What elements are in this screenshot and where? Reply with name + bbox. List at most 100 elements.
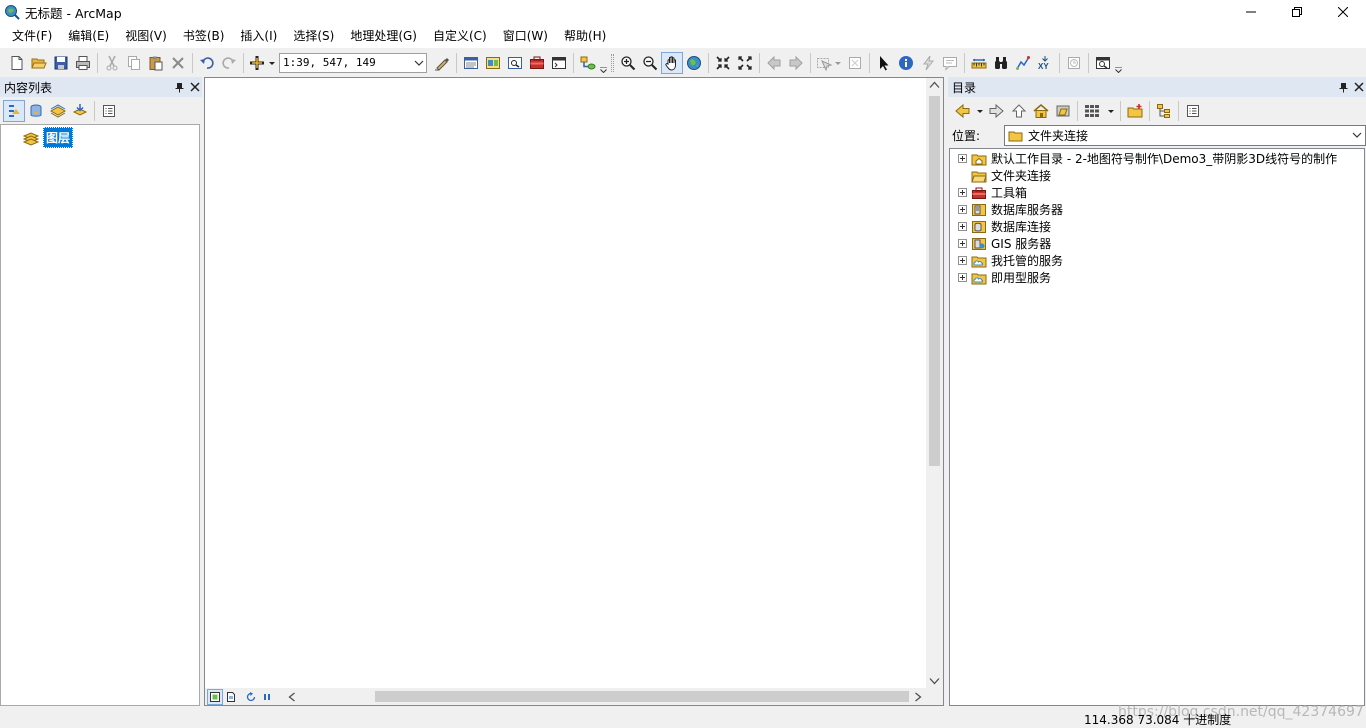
hyperlink-lightning-icon[interactable] [917, 52, 939, 74]
catalog-window-icon[interactable] [482, 52, 504, 74]
paste-icon[interactable] [145, 52, 167, 74]
tree-item-toolboxes[interactable]: 工具箱 [958, 184, 1027, 201]
fixed-zoom-out-icon[interactable] [734, 52, 756, 74]
list-by-visibility-icon[interactable] [47, 100, 69, 122]
location-combobox[interactable]: 文件夹连接 [1004, 125, 1366, 146]
print-icon[interactable] [72, 52, 94, 74]
add-data-icon[interactable] [247, 52, 277, 74]
restore-button[interactable] [1274, 0, 1320, 24]
tree-item-default-workspace[interactable]: 默认工作目录 - 2-地图符号制作\Demo3_带阴影3D线符号的制作 [958, 150, 1337, 167]
python-window-icon[interactable] [548, 52, 570, 74]
tree-item-database-servers[interactable]: 数据库服务器 [958, 201, 1063, 218]
editor-toolbar-icon[interactable] [431, 52, 453, 74]
forward-arrow-icon[interactable] [986, 100, 1008, 122]
close-button[interactable] [1320, 0, 1366, 24]
find-binoculars-icon[interactable] [990, 52, 1012, 74]
open-folder-icon[interactable] [28, 52, 50, 74]
scroll-down-arrow-icon[interactable] [929, 677, 940, 685]
refresh-icon[interactable] [243, 689, 259, 705]
go-forward-extent-icon[interactable] [785, 52, 807, 74]
full-extent-globe-icon[interactable] [683, 52, 705, 74]
menu-customize[interactable]: 自定义(C) [425, 25, 495, 47]
scroll-left-arrow-icon[interactable] [288, 692, 296, 702]
tree-item-folder-connections[interactable]: 文件夹连接 [958, 167, 1051, 184]
create-viewer-window-icon[interactable] [1092, 52, 1114, 74]
cut-icon[interactable] [101, 52, 123, 74]
toolbar-overflow-chevron[interactable] [1114, 52, 1123, 74]
layout-view-icon[interactable] [223, 689, 239, 705]
close-icon[interactable] [190, 82, 200, 92]
zoom-in-icon[interactable] [617, 52, 639, 74]
back-arrow-icon[interactable] [952, 100, 986, 122]
toggle-contents-tree-icon[interactable] [1153, 100, 1175, 122]
list-by-selection-icon[interactable] [69, 100, 91, 122]
measure-ruler-icon[interactable] [968, 52, 990, 74]
html-popup-icon[interactable] [939, 52, 961, 74]
toolbar-grip[interactable] [611, 53, 614, 72]
expand-plus-icon[interactable] [958, 273, 967, 282]
horizontal-scroll-thumb[interactable] [375, 691, 909, 702]
select-elements-arrow-icon[interactable] [873, 52, 895, 74]
map-horizontal-scrollbar[interactable] [285, 688, 925, 705]
undo-icon[interactable] [196, 52, 218, 74]
go-to-xy-icon[interactable]: XY [1034, 52, 1056, 74]
map-vertical-scrollbar[interactable] [926, 78, 943, 688]
list-by-drawing-order-icon[interactable] [3, 100, 25, 122]
save-icon[interactable] [50, 52, 72, 74]
scroll-up-arrow-icon[interactable] [929, 81, 940, 89]
pin-icon[interactable] [174, 82, 185, 93]
select-features-icon[interactable] [814, 52, 844, 74]
expand-plus-icon[interactable] [958, 205, 967, 214]
menu-insert[interactable]: 插入(I) [232, 25, 285, 47]
layer-group-row[interactable]: 图层 [23, 127, 74, 148]
pan-hand-icon[interactable] [661, 51, 683, 74]
table-of-contents-window-icon[interactable] [460, 52, 482, 74]
expand-plus-icon[interactable] [958, 239, 967, 248]
menu-selection[interactable]: 选择(S) [285, 25, 342, 47]
new-document-icon[interactable] [6, 52, 28, 74]
view-options-grid-icon[interactable] [1081, 100, 1117, 122]
connect-to-folder-icon[interactable] [1052, 100, 1074, 122]
copy-icon[interactable] [123, 52, 145, 74]
map-scale-combobox[interactable]: 1:39, 547, 149 [279, 52, 427, 73]
redo-icon[interactable] [218, 52, 240, 74]
model-builder-icon[interactable] [577, 52, 599, 74]
menu-geoprocessing[interactable]: 地理处理(G) [342, 25, 425, 47]
identify-info-icon[interactable] [895, 52, 917, 74]
expand-plus-icon[interactable] [958, 222, 967, 231]
find-route-icon[interactable] [1012, 52, 1034, 74]
menu-windows[interactable]: 窗口(W) [495, 25, 556, 47]
map-view[interactable] [204, 77, 944, 706]
catalog-options-icon[interactable] [1182, 100, 1204, 122]
new-folder-icon[interactable] [1124, 100, 1146, 122]
tree-item-database-connections[interactable]: 数据库连接 [958, 218, 1051, 235]
pause-drawing-icon[interactable] [259, 689, 275, 705]
layer-group-label[interactable]: 图层 [43, 127, 74, 148]
fixed-zoom-in-icon[interactable] [712, 52, 734, 74]
toc-options-icon[interactable] [98, 100, 120, 122]
toolbar-overflow-chevron[interactable] [599, 52, 608, 74]
menu-view[interactable]: 视图(V) [117, 25, 175, 47]
expand-plus-icon[interactable] [958, 154, 967, 163]
up-one-level-icon[interactable] [1008, 100, 1030, 122]
scroll-right-arrow-icon[interactable] [914, 692, 922, 702]
pin-icon[interactable] [1338, 82, 1349, 93]
list-by-source-icon[interactable] [25, 100, 47, 122]
menu-file[interactable]: 文件(F) [4, 25, 60, 47]
menu-help[interactable]: 帮助(H) [556, 25, 614, 47]
menu-bookmarks[interactable]: 书签(B) [175, 25, 233, 47]
tree-item-gis-servers[interactable]: GIS 服务器 [958, 235, 1051, 252]
minimize-button[interactable] [1228, 0, 1274, 24]
arctoolbox-window-icon[interactable] [526, 52, 548, 74]
tree-item-my-hosted-services[interactable]: 我托管的服务 [958, 252, 1063, 269]
clear-selection-icon[interactable] [844, 52, 866, 74]
delete-icon[interactable] [167, 52, 189, 74]
vertical-scroll-thumb[interactable] [929, 96, 940, 466]
close-icon[interactable] [1354, 82, 1364, 92]
zoom-out-icon[interactable] [639, 52, 661, 74]
expand-plus-icon[interactable] [958, 256, 967, 265]
search-window-icon[interactable] [504, 52, 526, 74]
time-slider-icon[interactable] [1063, 52, 1085, 74]
expand-plus-icon[interactable] [958, 188, 967, 197]
tree-item-ready-to-use-services[interactable]: 即用型服务 [958, 269, 1051, 286]
